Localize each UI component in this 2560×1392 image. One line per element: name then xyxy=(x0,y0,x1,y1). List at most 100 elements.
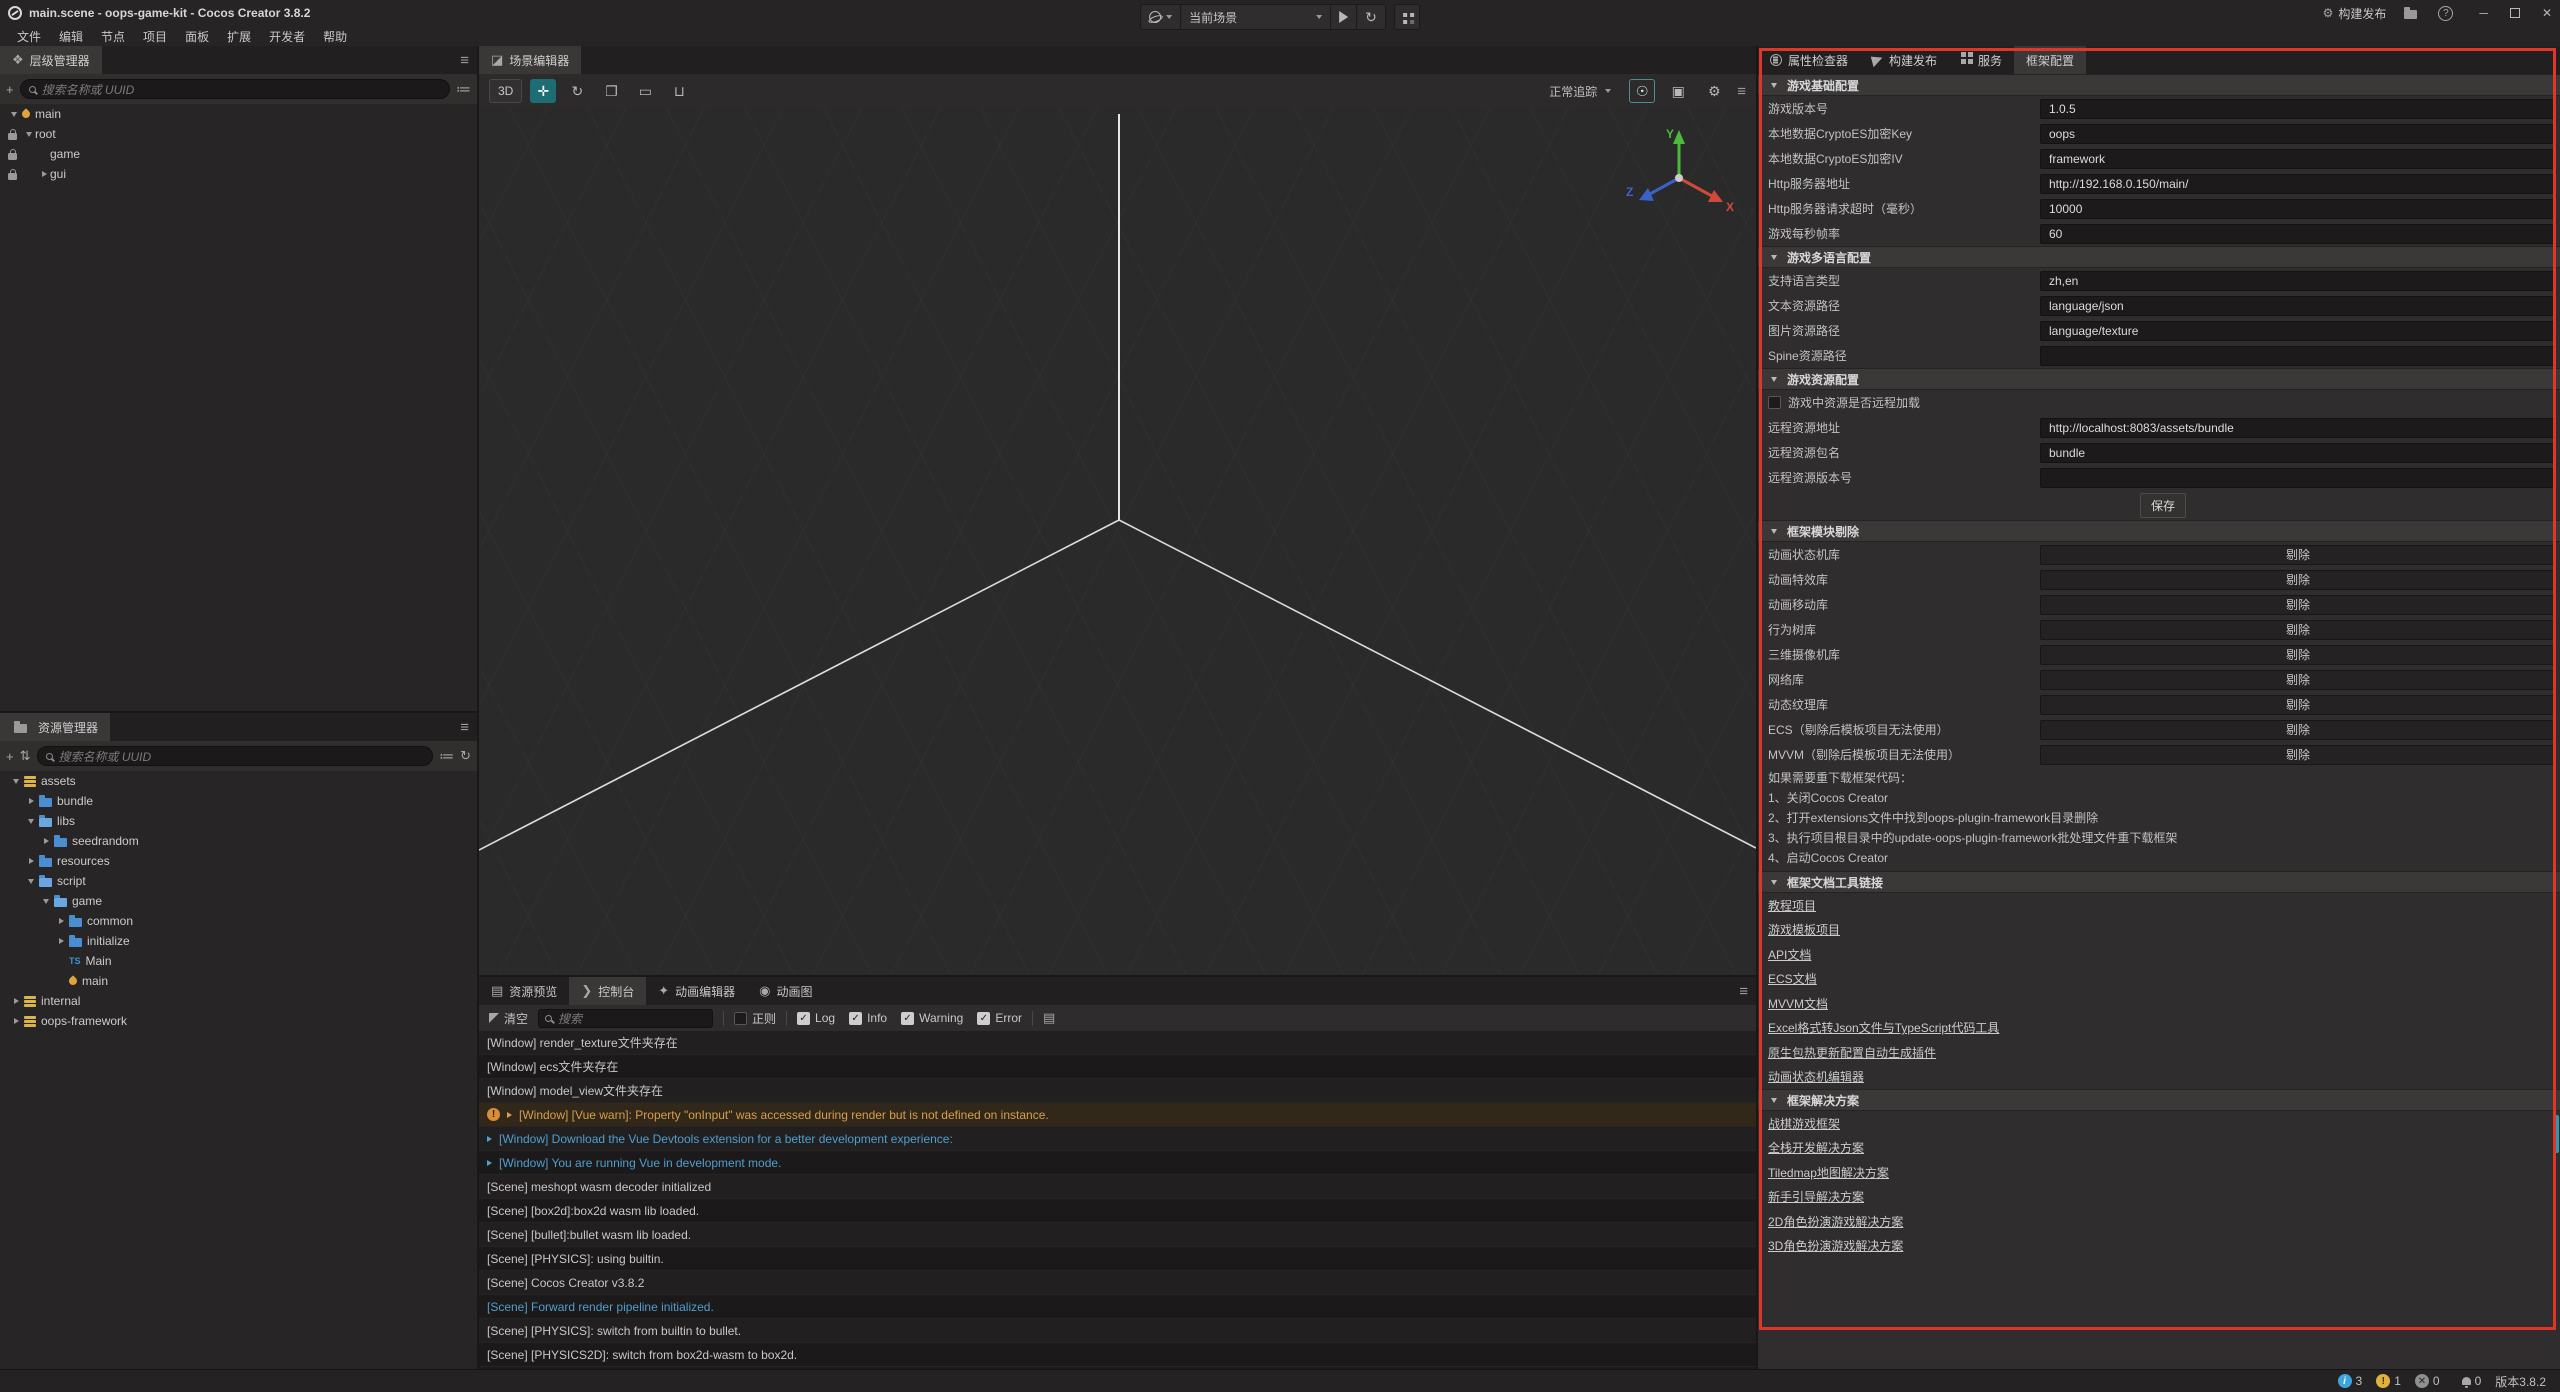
doc-link[interactable]: 原生包热更新配置自动生成插件 xyxy=(1768,1044,1936,1061)
remote-load-checkbox[interactable]: 游戏中资源是否远程加载 xyxy=(1758,390,2560,415)
module-remove-button[interactable]: 剔除 xyxy=(2040,720,2556,740)
section-game-i18n-config[interactable]: 游戏多语言配置 xyxy=(1758,246,2560,268)
reload-button[interactable]: ↻ xyxy=(1357,5,1385,29)
menu-item[interactable]: 节点 xyxy=(92,28,134,45)
tree-row[interactable]: initialize xyxy=(0,931,477,951)
console-log-row[interactable]: [Scene] [bullet]:bullet wasm lib loaded. xyxy=(479,1223,1756,1247)
menu-item[interactable]: 文件 xyxy=(8,28,50,45)
config-value-input[interactable]: 1.0.5 xyxy=(2040,99,2556,119)
sort-assets-button[interactable]: ⇅ xyxy=(20,748,31,764)
tree-row[interactable]: main xyxy=(0,104,477,124)
panel-menu-icon[interactable]: ≡ xyxy=(1737,84,1746,99)
console-log-row[interactable]: [Window] You are running Vue in developm… xyxy=(479,1151,1756,1175)
expand-arrow-icon[interactable] xyxy=(10,1018,22,1024)
menu-item[interactable]: 扩展 xyxy=(218,28,260,45)
play-button[interactable] xyxy=(1331,5,1357,29)
tree-row[interactable]: game xyxy=(0,144,477,164)
tree-row[interactable]: resources xyxy=(0,851,477,871)
help-icon[interactable]: ? xyxy=(2438,6,2453,21)
build-publish-button[interactable]: ⚙ 构建发布 xyxy=(2323,5,2387,22)
tab-assets[interactable]: 资源管理器 xyxy=(0,713,110,741)
expand-arrow-icon[interactable] xyxy=(507,1112,512,1118)
expand-arrow-icon[interactable] xyxy=(55,918,67,924)
window-maximize-button[interactable] xyxy=(2510,8,2520,18)
tree-row[interactable]: internal xyxy=(0,991,477,1011)
solution-link[interactable]: 3D角色扮演游戏解决方案 xyxy=(1768,1237,1903,1254)
tree-row[interactable]: gui xyxy=(0,164,477,184)
scene-light-toggle[interactable]: ☉ xyxy=(1629,79,1655,103)
filter-log-checkbox[interactable]: Log xyxy=(797,1011,835,1025)
open-project-folder-icon[interactable] xyxy=(2404,8,2417,19)
window-minimize-button[interactable]: ─ xyxy=(2479,6,2488,20)
expand-arrow-icon[interactable] xyxy=(25,879,37,884)
config-value-input[interactable]: http://192.168.0.150/main/ xyxy=(2040,174,2556,194)
console-log-row[interactable]: [Scene] [PHYSICS2D]: switch from box2d-w… xyxy=(479,1343,1756,1367)
panel-menu-icon[interactable]: ≡ xyxy=(1739,984,1748,999)
regex-checkbox[interactable]: 正则 xyxy=(734,1010,776,1027)
tab-services[interactable]: 服务 xyxy=(1949,46,2014,74)
config-value-input[interactable] xyxy=(2040,346,2556,366)
menu-item[interactable]: 开发者 xyxy=(260,28,314,45)
tab-animation-graph[interactable]: ◉动画图 xyxy=(747,977,824,1005)
menu-item[interactable]: 面板 xyxy=(176,28,218,45)
menu-item[interactable]: 帮助 xyxy=(314,28,356,45)
console-log-row[interactable]: ![Window] [Vue warn]: Property "onInput"… xyxy=(479,1103,1756,1127)
section-module-strip[interactable]: 框架模块剔除 xyxy=(1758,520,2560,542)
console-log-row[interactable]: [Window] model_view文件夹存在 xyxy=(479,1079,1756,1103)
console-log-row[interactable]: [Window] Download the Vue Devtools exten… xyxy=(479,1127,1756,1151)
tab-hierarchy[interactable]: ❖ 层级管理器 xyxy=(0,46,102,74)
solution-link[interactable]: Tiledmap地图解决方案 xyxy=(1768,1164,1889,1181)
refresh-icon[interactable]: ↻ xyxy=(460,748,471,764)
platform-select[interactable] xyxy=(1141,5,1181,29)
tab-build-publish[interactable]: 构建发布 xyxy=(1860,46,1949,74)
config-value-input[interactable]: 60 xyxy=(2040,224,2556,244)
console-warn-count[interactable]: ! 1 xyxy=(2376,1374,2401,1388)
console-log-row[interactable]: [Scene] Forward render pipeline initiali… xyxy=(479,1295,1756,1319)
console-log-row[interactable]: [Scene] Cocos Creator v3.8.2 xyxy=(479,1271,1756,1295)
notification-count[interactable]: 0 xyxy=(2462,1374,2482,1388)
section-game-resource-config[interactable]: 游戏资源配置 xyxy=(1758,368,2560,390)
solution-link[interactable]: 新手引导解决方案 xyxy=(1768,1188,1864,1205)
tree-row[interactable]: script xyxy=(0,871,477,891)
expand-arrow-icon[interactable] xyxy=(55,938,67,944)
tab-property-inspector[interactable]: 属性检查器 xyxy=(1758,46,1860,74)
add-asset-button[interactable]: + xyxy=(6,749,14,764)
tree-row[interactable]: libs xyxy=(0,811,477,831)
module-remove-button[interactable]: 剔除 xyxy=(2040,670,2556,690)
expand-arrow-icon[interactable] xyxy=(8,112,20,117)
log-detail-icon[interactable]: ▤ xyxy=(1043,1010,1055,1026)
filter-icon[interactable]: ≔ xyxy=(456,82,471,97)
solution-link[interactable]: 全栈开发解决方案 xyxy=(1768,1139,1864,1156)
config-value-input[interactable]: oops xyxy=(2040,124,2556,144)
expand-arrow-icon[interactable] xyxy=(25,858,37,864)
filter-warning-checkbox[interactable]: Warning xyxy=(901,1011,963,1025)
pivot-tool-button[interactable]: ⊔ xyxy=(666,79,692,103)
console-log-row[interactable]: [Window] render_texture文件夹存在 xyxy=(479,1031,1756,1055)
tree-row[interactable]: TSMain xyxy=(0,951,477,971)
console-search-input[interactable]: 搜索 xyxy=(538,1009,713,1028)
module-remove-button[interactable]: 剔除 xyxy=(2040,545,2556,565)
tree-row[interactable]: root xyxy=(0,124,477,144)
console-log-row[interactable]: [Scene] [PHYSICS]: switch from builtin t… xyxy=(479,1319,1756,1343)
section-doc-links[interactable]: 框架文档工具链接 xyxy=(1758,871,2560,893)
tab-framework-config[interactable]: 框架配置 xyxy=(2014,46,2086,74)
filter-icon[interactable]: ≔ xyxy=(439,749,454,764)
doc-link[interactable]: 教程项目 xyxy=(1768,897,1816,914)
tab-asset-preview[interactable]: ▤资源预览 xyxy=(479,977,569,1005)
tree-row[interactable]: assets xyxy=(0,771,477,791)
panel-menu-icon[interactable]: ≡ xyxy=(460,53,469,68)
config-value-input[interactable] xyxy=(2040,468,2556,488)
console-error-count[interactable]: ✕ 0 xyxy=(2415,1374,2440,1388)
console-log-row[interactable]: [Scene] meshopt wasm decoder initialized xyxy=(479,1175,1756,1199)
expand-arrow-icon[interactable] xyxy=(40,838,52,844)
filter-error-checkbox[interactable]: Error xyxy=(977,1011,1022,1025)
config-value-input[interactable]: framework xyxy=(2040,149,2556,169)
module-remove-button[interactable]: 剔除 xyxy=(2040,570,2556,590)
config-value-input[interactable]: zh,en xyxy=(2040,271,2556,291)
solution-link[interactable]: 战棋游戏框架 xyxy=(1768,1115,1840,1132)
tree-row[interactable]: game xyxy=(0,891,477,911)
expand-arrow-icon[interactable] xyxy=(487,1160,492,1166)
config-value-input[interactable]: http://localhost:8083/assets/bundle xyxy=(2040,418,2556,438)
section-solution-links[interactable]: 框架解决方案 xyxy=(1758,1089,2560,1111)
save-button[interactable]: 保存 xyxy=(2140,493,2186,518)
